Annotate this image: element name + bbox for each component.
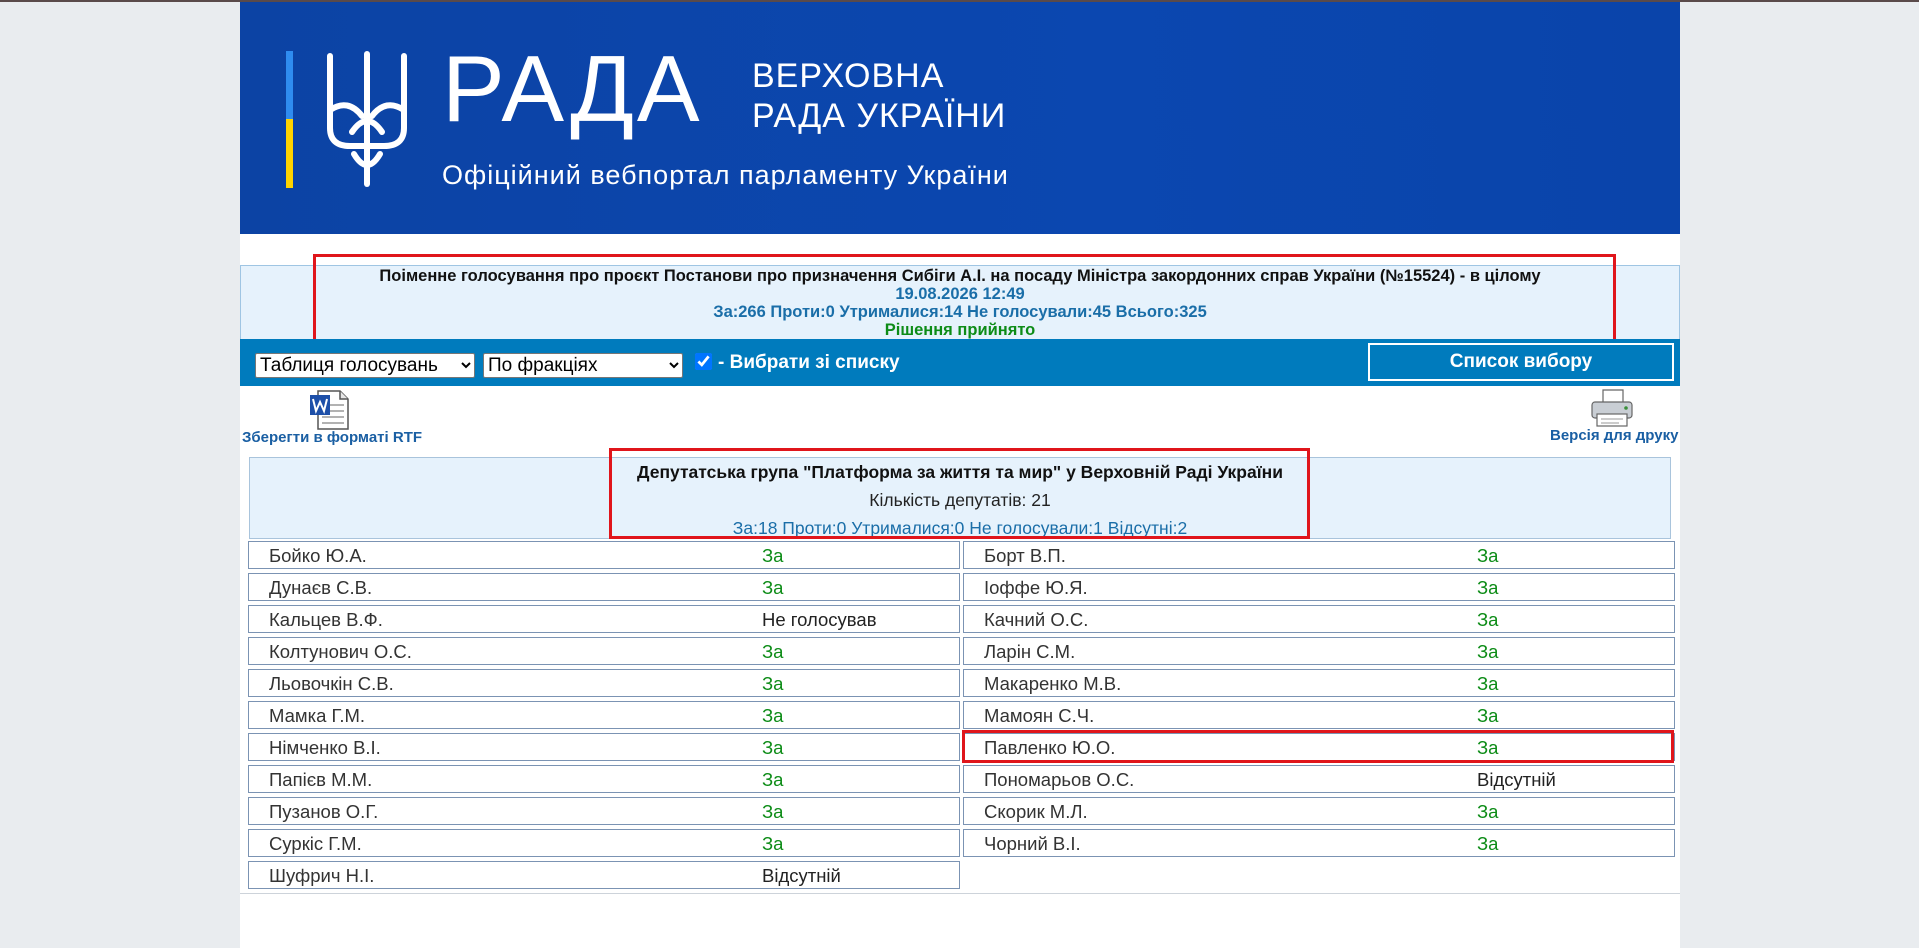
deputy-vote: За [1477, 737, 1499, 758]
portal-tagline: Офіційний вебпортал парламенту України [442, 160, 1009, 190]
deputy-row: Суркіс Г.М. За [248, 829, 960, 857]
deputy-row: Колтунович О.С. За [248, 637, 960, 665]
deputy-vote: Відсутній [762, 865, 841, 886]
deputy-row: Павленко Ю.О. За [963, 733, 1675, 761]
printer-icon[interactable] [1589, 388, 1635, 428]
faction-count: Кількість депутатів: 21 [869, 490, 1051, 510]
deputy-vote: За [762, 641, 784, 662]
save-rtf-link[interactable]: Зберегти в форматі RTF [242, 429, 422, 446]
vote-info-panel: Поіменне голосування про проєкт Постанов… [240, 265, 1680, 341]
faction-stats: За:18 Проти:0 Утрималися:0 Не голосували… [732, 518, 1188, 538]
deputy-name: Папієв М.М. [269, 769, 373, 790]
logo-subtitle: ВЕРХОВНА РАДА УКРАЇНИ [752, 56, 1006, 136]
deputy-name: Мамоян С.Ч. [984, 705, 1095, 726]
deputy-vote: За [762, 737, 784, 758]
deputy-row: Скорик М.Л. За [963, 797, 1675, 825]
logo-subtitle-line2: РАДА УКРАЇНИ [752, 97, 1007, 135]
deputy-vote: За [762, 673, 784, 694]
vote-title: Поіменне голосування про проєкт Постанов… [379, 267, 1541, 285]
deputy-row: Іоффе Ю.Я. За [963, 573, 1675, 601]
deputy-vote: За [762, 801, 784, 822]
vote-result: Рішення прийнято [884, 321, 1036, 339]
deputy-name: Іоффе Ю.Я. [984, 577, 1088, 598]
site-header: РАДА ВЕРХОВНА РАДА УКРАЇНИ Офіційний веб… [240, 2, 1680, 234]
vote-summary: За:266 Проти:0 Утрималися:14 Не голосува… [713, 303, 1207, 321]
deputy-name: Пономарьов О.С. [984, 769, 1135, 790]
deputy-row: Борт В.П. За [963, 541, 1675, 569]
deputy-vote: Відсутній [1477, 769, 1556, 790]
toolbar: Таблиця голосувань По фракціях - Вибрати… [240, 339, 1680, 386]
deputy-vote: За [1477, 833, 1499, 854]
flag-icon [286, 51, 293, 188]
trident-icon [327, 51, 407, 187]
deputy-name: Колтунович О.С. [269, 641, 412, 662]
select-from-list-label[interactable]: - Вибрати зі списку [718, 352, 900, 374]
deputy-name: Шуфрич Н.І. [269, 865, 375, 886]
deputy-vote: За [1477, 641, 1499, 662]
deputy-name: Дунаєв С.В. [269, 577, 373, 598]
deputy-vote: За [1477, 705, 1499, 726]
deputy-vote: За [1477, 577, 1499, 598]
deputy-row: Шуфрич Н.І. Відсутній [248, 861, 960, 889]
deputy-row: Дунаєв С.В. За [248, 573, 960, 601]
deputy-row: Макаренко М.В. За [963, 669, 1675, 697]
deputy-vote: Не голосував [762, 609, 877, 630]
deputy-name: Павленко Ю.О. [984, 737, 1116, 758]
deputy-row: Пузанов О.Г. За [248, 797, 960, 825]
deputy-vote: За [762, 705, 784, 726]
deputy-name: Ларін С.М. [984, 641, 1076, 662]
deputy-vote: За [762, 577, 784, 598]
view-select[interactable]: Таблиця голосувань [255, 353, 475, 378]
deputy-row: Льовочкін С.В. За [248, 669, 960, 697]
deputy-name: Мамка Г.М. [269, 705, 366, 726]
deputy-name: Кальцев В.Ф. [269, 609, 383, 630]
faction-panel: Депутатська група "Платформа за життя та… [249, 457, 1671, 539]
deputy-row: Папієв М.М. За [248, 765, 960, 793]
deputy-name: Суркіс Г.М. [269, 833, 362, 854]
logo-subtitle-line1: ВЕРХОВНА [752, 57, 945, 95]
deputy-name: Качний О.С. [984, 609, 1089, 630]
deputy-row: Качний О.С. За [963, 605, 1675, 633]
deputy-name: Німченко В.І. [269, 737, 381, 758]
deputy-name: Скорик М.Л. [984, 801, 1088, 822]
logo-text[interactable]: РАДА [442, 42, 703, 136]
deputy-row: Бойко Ю.А. За [248, 541, 960, 569]
deputy-vote: За [762, 833, 784, 854]
deputy-row: Ларін С.М. За [963, 637, 1675, 665]
vote-datetime: 19.08.2026 12:49 [895, 285, 1025, 303]
deputy-vote: За [1477, 545, 1499, 566]
group-select[interactable]: По фракціях [483, 353, 683, 378]
deputy-name: Чорний В.І. [984, 833, 1081, 854]
deputy-row: Кальцев В.Ф. Не голосував [248, 605, 960, 633]
deputy-row: Мамка Г.М. За [248, 701, 960, 729]
deputy-name: Пузанов О.Г. [269, 801, 379, 822]
faction-name: Депутатська група "Платформа за життя та… [637, 462, 1283, 482]
deputy-name: Борт В.П. [984, 545, 1066, 566]
deputy-vote: За [762, 545, 784, 566]
deputy-vote: За [1477, 673, 1499, 694]
selection-list-button[interactable]: Список вибору [1368, 343, 1674, 381]
deputy-vote: За [762, 769, 784, 790]
deputy-name: Макаренко М.В. [984, 673, 1122, 694]
deputy-row: Чорний В.І. За [963, 829, 1675, 857]
deputy-name: Бойко Ю.А. [269, 545, 367, 566]
deputy-row: Пономарьов О.С. Відсутній [963, 765, 1675, 793]
select-from-list-checkbox[interactable] [695, 353, 712, 370]
deputy-vote: За [1477, 609, 1499, 630]
page-container: РАДА ВЕРХОВНА РАДА УКРАЇНИ Офіційний веб… [240, 2, 1680, 948]
content-divider [240, 893, 1680, 894]
deputy-row: Німченко В.І. За [248, 733, 960, 761]
print-version-link[interactable]: Версія для друку [1550, 427, 1678, 444]
word-document-icon[interactable] [308, 389, 352, 431]
deputy-row: Мамоян С.Ч. За [963, 701, 1675, 729]
deputy-name: Льовочкін С.В. [269, 673, 394, 694]
deputy-vote: За [1477, 801, 1499, 822]
